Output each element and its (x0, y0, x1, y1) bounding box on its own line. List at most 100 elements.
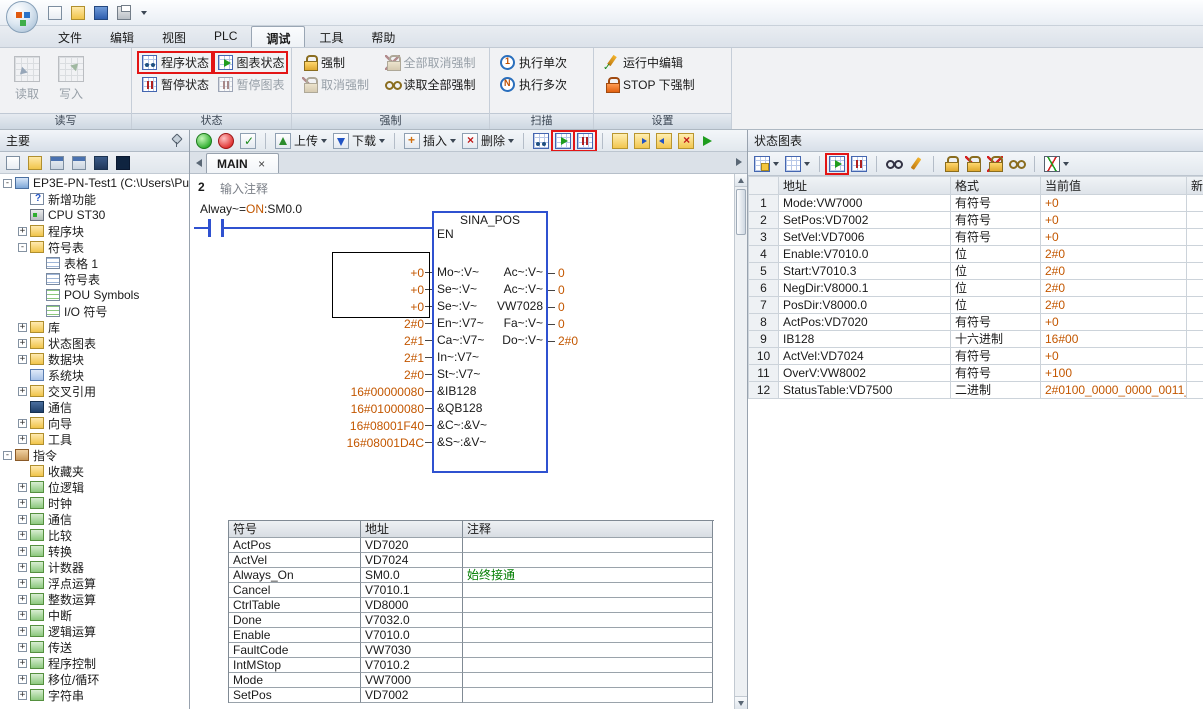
format-cell[interactable]: 位 (951, 263, 1041, 280)
tree-item[interactable]: + 转换 (0, 543, 189, 559)
expander-icon[interactable]: + (18, 611, 27, 620)
run-button[interactable] (193, 131, 215, 151)
address-cell[interactable]: Enable:V7010.0 (779, 246, 951, 263)
quick-access-dropdown-icon[interactable] (141, 11, 147, 15)
tree-item[interactable]: + 位逻辑 (0, 479, 189, 495)
scrollbar-thumb[interactable] (736, 189, 746, 235)
new-value-cell[interactable] (1187, 382, 1203, 399)
format-cell[interactable]: 有符号 (951, 229, 1041, 246)
program-status-button[interactable]: 程序状态 (138, 52, 212, 73)
new-value-cell[interactable] (1187, 314, 1203, 331)
tree-item[interactable]: - 符号表 (0, 239, 189, 255)
tree-item[interactable]: - 指令 (0, 447, 189, 463)
delete-button[interactable]: 删除 (459, 131, 517, 151)
menu-tab[interactable]: 文件 (44, 26, 96, 47)
expander-icon[interactable]: + (18, 483, 27, 492)
open-file-button[interactable] (69, 4, 87, 22)
force-button[interactable] (940, 154, 962, 174)
unforce-button[interactable]: 取消强制 (298, 74, 379, 95)
pause-chart-status-button[interactable]: 暂停图表 (214, 74, 288, 95)
comment-cell[interactable] (463, 643, 713, 658)
comment-cell[interactable] (463, 583, 713, 598)
address-cell[interactable]: VD7024 (361, 553, 463, 568)
format-cell[interactable]: 位 (951, 297, 1041, 314)
comment-cell[interactable] (463, 538, 713, 553)
tree-item[interactable]: + 工具 (0, 431, 189, 447)
symbol-cell[interactable]: SetPos (229, 688, 361, 703)
tree-item[interactable]: I/O 符号 (0, 303, 189, 319)
ladder-contact[interactable] (208, 219, 224, 237)
symbol-cell[interactable]: Cancel (229, 583, 361, 598)
row-number[interactable]: 1 (749, 195, 779, 212)
expander-icon[interactable]: + (18, 387, 27, 396)
address-cell[interactable]: VW7000 (361, 673, 463, 688)
multi-scan-button[interactable]: 执行多次 (496, 74, 589, 95)
expander-icon[interactable]: + (18, 323, 27, 332)
tree-item[interactable]: 表格 1 (0, 255, 189, 271)
tree-item[interactable]: + 浮点运算 (0, 575, 189, 591)
address-cell[interactable]: Mode:VW7000 (779, 195, 951, 212)
tree-item[interactable]: + 传送 (0, 639, 189, 655)
row-number[interactable]: 10 (749, 348, 779, 365)
new-value-cell[interactable] (1187, 195, 1203, 212)
tree-item[interactable]: + 通信 (0, 511, 189, 527)
expander-icon[interactable]: + (18, 691, 27, 700)
row-number[interactable]: 2 (749, 212, 779, 229)
read-button[interactable]: 读取 (6, 52, 48, 106)
chart-status-button[interactable]: 图表状态 (214, 52, 288, 73)
window-alt-button[interactable] (70, 154, 88, 172)
symbol-cell[interactable]: FaultCode (229, 643, 361, 658)
symbol-cell[interactable]: IntMStop (229, 658, 361, 673)
row-number[interactable]: 12 (749, 382, 779, 399)
goto-button[interactable] (697, 131, 719, 151)
address-cell[interactable]: SetVel:VD7006 (779, 229, 951, 246)
tree-item[interactable]: + 时钟 (0, 495, 189, 511)
edit-in-run-button[interactable]: 运行中编辑 (600, 52, 727, 73)
pause-chart-button[interactable] (574, 131, 596, 151)
format-cell[interactable]: 位 (951, 246, 1041, 263)
unforce-button[interactable] (962, 154, 984, 174)
comment-cell[interactable]: 始终接通 (463, 568, 713, 583)
expander-icon[interactable]: - (3, 451, 12, 460)
page-button[interactable] (4, 154, 22, 172)
row-number[interactable]: 9 (749, 331, 779, 348)
save-button[interactable] (92, 4, 110, 22)
comment-cell[interactable] (463, 628, 713, 643)
format-cell[interactable]: 有符号 (951, 348, 1041, 365)
compile-button[interactable] (237, 131, 259, 151)
new-value-cell[interactable] (1187, 348, 1203, 365)
symbol-cell[interactable]: Mode (229, 673, 361, 688)
tree-item[interactable]: 系统块 (0, 367, 189, 383)
prev-bookmark-button[interactable] (653, 131, 675, 151)
new-value-cell[interactable] (1187, 280, 1203, 297)
tree-item[interactable]: 通信 (0, 399, 189, 415)
row-number[interactable]: 3 (749, 229, 779, 246)
address-cell[interactable]: StatusTable:VD7500 (779, 382, 951, 399)
row-number[interactable]: 6 (749, 280, 779, 297)
app-menu-button[interactable] (6, 1, 38, 33)
editor-scrollbar[interactable] (734, 174, 747, 709)
expander-icon[interactable]: + (18, 515, 27, 524)
chart-view-button[interactable] (782, 154, 813, 174)
symbol-cell[interactable]: Enable (229, 628, 361, 643)
expander-icon[interactable]: + (18, 579, 27, 588)
address-cell[interactable]: V7010.0 (361, 628, 463, 643)
expander-icon[interactable]: + (18, 547, 27, 556)
row-number[interactable]: 11 (749, 365, 779, 382)
tree-item[interactable]: CPU ST30 (0, 207, 189, 223)
address-cell[interactable]: SM0.0 (361, 568, 463, 583)
format-cell[interactable]: 有符号 (951, 314, 1041, 331)
network-comment[interactable]: 输入注释 (220, 180, 268, 197)
tree-item[interactable]: + 数据块 (0, 351, 189, 367)
clear-bookmarks-button[interactable] (675, 131, 697, 151)
tree-item[interactable]: - EP3E-PN-Test1 (C:\Users\Publi (0, 175, 189, 191)
tree-item[interactable]: + 程序块 (0, 223, 189, 239)
tree-item[interactable]: + 整数运算 (0, 591, 189, 607)
new-value-cell[interactable] (1187, 229, 1203, 246)
tree-item[interactable]: + 中断 (0, 607, 189, 623)
print-button[interactable] (115, 4, 133, 22)
tab-main[interactable]: MAIN × (206, 153, 279, 173)
new-value-cell[interactable] (1187, 263, 1203, 280)
menu-tab[interactable]: 调试 (251, 26, 305, 47)
tab-scroll-right-button[interactable] (732, 152, 746, 172)
